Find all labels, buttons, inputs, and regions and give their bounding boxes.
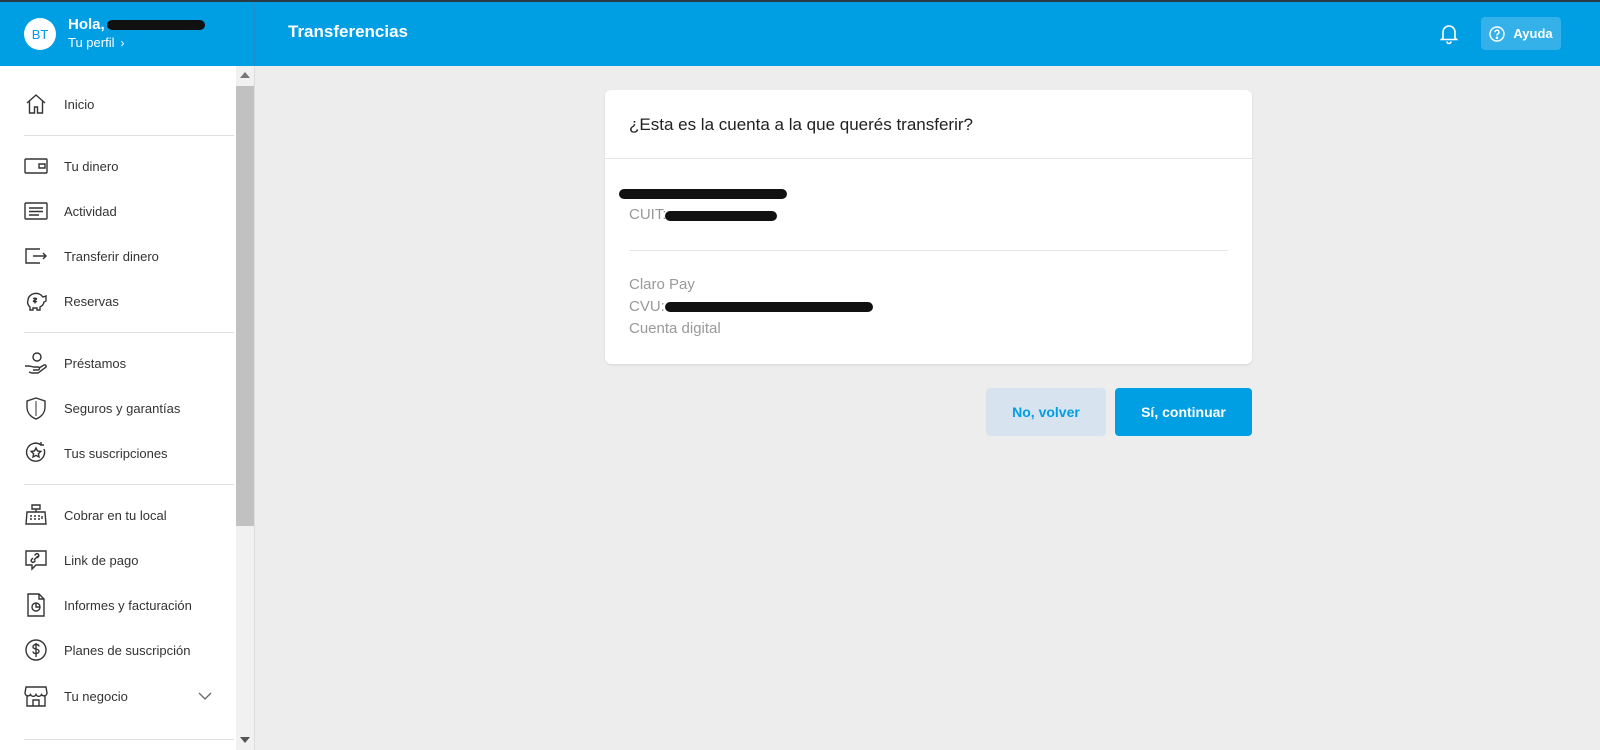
continue-button[interactable]: Sí, continuar [1115,388,1252,436]
avatar[interactable]: BT [24,18,56,50]
account-type: Cuenta digital [629,320,721,337]
sidebar-divider [24,135,234,136]
piggy-bank-icon [24,289,48,313]
sidebar-item-label: Transferir dinero [64,248,159,264]
account-confirmation-card: ¿Esta es la cuenta a la que querés trans… [605,90,1252,364]
activity-icon [24,199,48,223]
sidebar-item-suscripciones[interactable]: Tus suscripciones [0,433,234,473]
loan-hand-icon [24,351,48,375]
sidebar-item-informes[interactable]: Informes y facturación [0,585,234,625]
sidebar-item-inicio[interactable]: Inicio [0,84,234,124]
sidebar-item-tu-dinero[interactable]: Tu dinero [0,146,234,186]
report-document-icon [24,593,48,617]
greeting-label: Hola, [68,16,105,33]
scroll-up-arrow-icon[interactable] [240,72,250,78]
sidebar-item-label: Informes y facturación [64,597,192,613]
sidebar-divider [24,484,234,485]
recipient-cvu: CVU: [629,298,665,315]
sidebar-item-label: Tu negocio [64,688,128,704]
recipient-bank: Claro Pay [629,276,695,293]
card-divider [605,158,1252,159]
scroll-down-arrow-icon[interactable] [240,737,250,743]
sidebar-item-planes[interactable]: Planes de suscripción [0,630,234,670]
question-circle-icon [1489,25,1506,42]
redacted-cuit-number [665,211,777,221]
shield-icon [24,396,48,420]
dollar-cycle-icon [24,638,48,662]
store-icon [24,684,48,708]
sidebar-scrollbar-thumb[interactable] [236,86,254,526]
sidebar-item-reservas[interactable]: Reservas [0,281,234,321]
sidebar: Inicio Tu dinero Actividad Transferir di… [0,66,255,750]
redacted-cvu-number [665,302,873,312]
sidebar-item-actividad[interactable]: Actividad [0,191,234,231]
sidebar-item-label: Planes de suscripción [64,642,191,658]
help-button[interactable]: Ayuda [1481,17,1561,50]
user-greeting: Hola, Tu perfil › [68,16,205,52]
sidebar-item-prestamos[interactable]: Préstamos [0,343,234,383]
greeting-text: Hola, [68,16,205,34]
sidebar-item-seguros[interactable]: Seguros y garantías [0,388,234,428]
sidebar-item-tu-negocio[interactable]: Tu negocio [0,676,234,716]
sidebar-divider [24,739,234,740]
cuit-label: CUIT: [629,206,667,223]
cash-register-icon [24,503,48,527]
profile-link-label: Tu perfil [68,35,115,50]
card-title: ¿Esta es la cuenta a la que querés trans… [629,115,973,134]
redacted-username [106,20,205,31]
sidebar-item-transferir[interactable]: Transferir dinero [0,236,234,276]
sidebar-item-label: Actividad [64,203,117,219]
sidebar-item-label: Reservas [64,293,119,309]
sidebar-item-label: Seguros y garantías [64,400,181,416]
sidebar-item-label: Link de pago [64,552,139,568]
user-profile-section[interactable]: BT Hola, Tu perfil › [0,2,255,66]
chevron-right-icon: › [120,36,125,50]
page-title: Transferencias [288,22,409,41]
sidebar-divider [24,332,234,333]
cvu-label: CVU: [629,298,665,315]
sidebar-item-label: Cobrar en tu local [64,507,167,523]
home-icon [24,92,48,116]
sidebar-item-label: Tu dinero [64,158,119,174]
chevron-down-icon[interactable] [198,688,212,706]
sidebar-item-label: Inicio [64,96,95,112]
recipient-cuit: CUIT: [629,206,667,223]
sidebar-item-link-pago[interactable]: Link de pago [0,540,234,580]
sidebar-item-label: Préstamos [64,355,127,371]
subscription-star-icon [24,441,48,465]
transfer-icon [24,244,48,268]
payment-link-icon [24,548,48,572]
profile-link[interactable]: Tu perfil › [68,34,205,52]
bell-icon[interactable] [1437,21,1461,45]
wallet-icon [24,154,48,178]
sidebar-item-label: Tus suscripciones [64,445,168,461]
help-label: Ayuda [1513,26,1553,41]
sidebar-item-cobrar[interactable]: Cobrar en tu local [0,495,234,535]
redacted-recipient-name [619,189,787,199]
back-button[interactable]: No, volver [986,388,1106,436]
top-header: BT Hola, Tu perfil › Transferencias Ayuda [0,0,1600,66]
card-inner-divider [629,250,1228,251]
